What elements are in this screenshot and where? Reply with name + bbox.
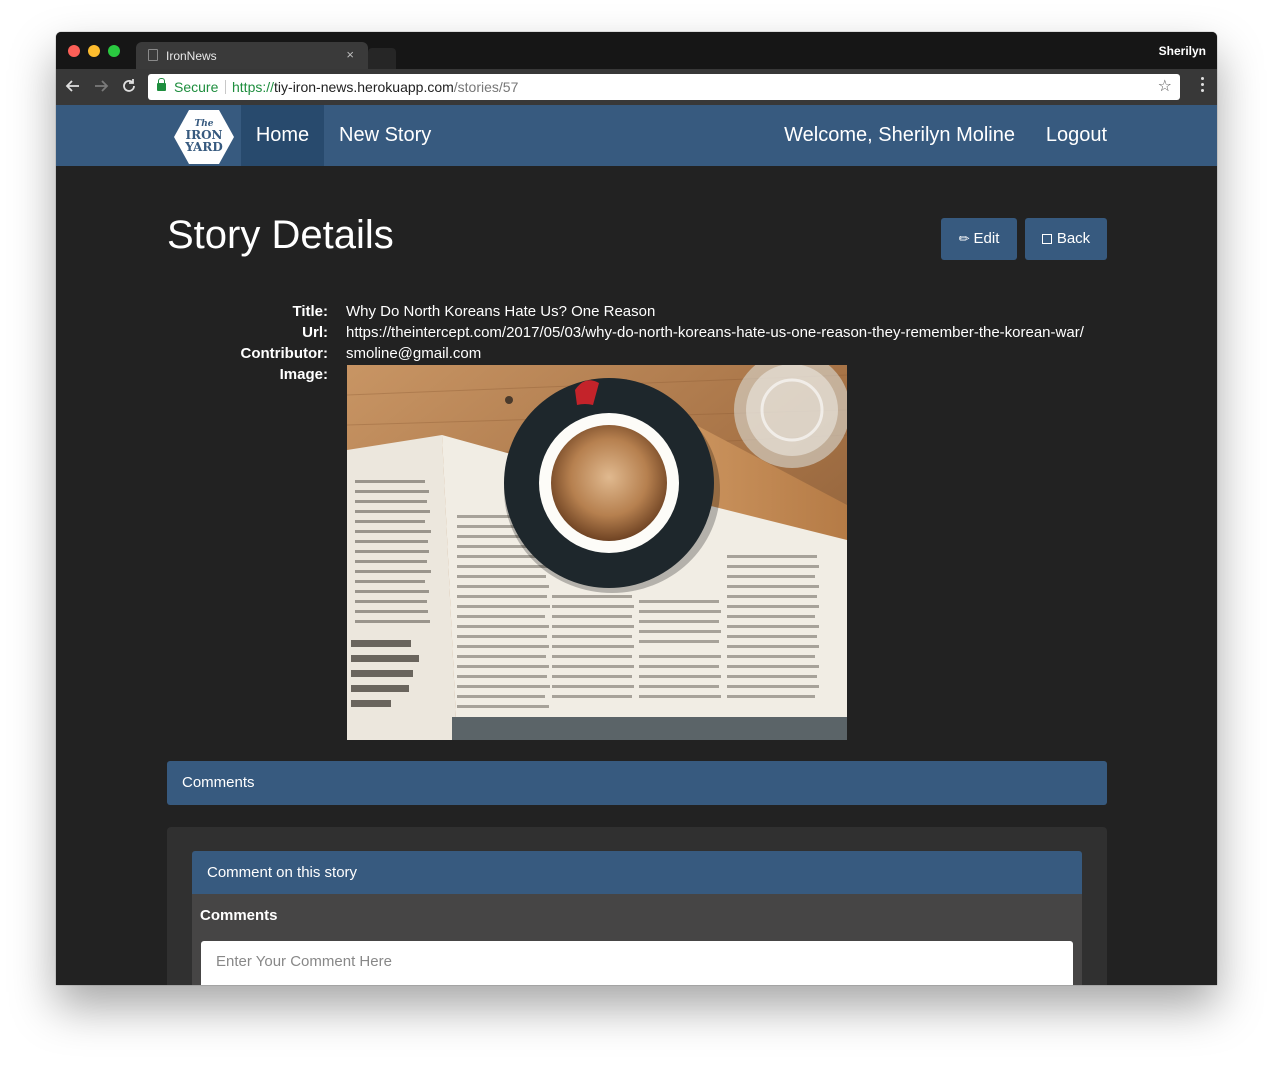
- close-window-icon[interactable]: [68, 45, 80, 57]
- contributor-label: Contributor:: [240, 345, 328, 362]
- comment-panel-title: Comment on this story: [192, 851, 1082, 894]
- page-icon: [148, 49, 158, 61]
- comments-field-label: Comments: [200, 907, 278, 924]
- forward-arrow-icon[interactable]: [92, 77, 110, 95]
- reload-icon[interactable]: [120, 77, 138, 95]
- tab-ironnews[interactable]: IronNews ×: [136, 42, 368, 69]
- back-arrow-icon[interactable]: [64, 77, 82, 95]
- url-label: Url:: [302, 324, 328, 341]
- site-navbar: The IRON YARD Home New Story Welcome, Sh…: [56, 105, 1217, 166]
- address-bar[interactable]: Secure https://tiy-iron-news.herokuapp.c…: [148, 74, 1180, 100]
- url-scheme: https://: [232, 79, 275, 95]
- title-label: Title:: [292, 303, 328, 320]
- edit-label: Edit: [973, 230, 1000, 247]
- url-text[interactable]: https://tiy-iron-news.herokuapp.com/stor…: [232, 74, 518, 100]
- lock-icon: [157, 78, 166, 91]
- story-image: [347, 365, 847, 740]
- back-button[interactable]: Back: [1025, 218, 1107, 260]
- tab-bar: IronNews × Sherilyn: [56, 32, 1217, 69]
- omnibox-divider: [225, 80, 226, 94]
- comment-panel-body: Comments: [192, 894, 1082, 985]
- maximize-window-icon[interactable]: [108, 45, 120, 57]
- secure-label: Secure: [174, 79, 219, 95]
- story-url: https://theintercept.com/2017/05/03/why-…: [346, 324, 1084, 341]
- comment-input[interactable]: [201, 941, 1073, 985]
- browser-window: IronNews × Sherilyn Secure https://tiy-i…: [56, 32, 1217, 985]
- tab-title: IronNews: [166, 49, 217, 63]
- url-path: /stories/57: [453, 79, 519, 95]
- logout-link[interactable]: Logout: [1046, 105, 1107, 166]
- nav-new-story-link[interactable]: New Story: [339, 105, 431, 166]
- image-label: Image:: [279, 366, 328, 383]
- tab-close-icon[interactable]: ×: [346, 47, 354, 62]
- story-title: Why Do North Koreans Hate Us? One Reason: [346, 303, 656, 320]
- comments-header: Comments: [167, 761, 1107, 805]
- square-icon: [1041, 234, 1052, 244]
- back-label: Back: [1056, 230, 1091, 247]
- browser-toolbar: Secure https://tiy-iron-news.herokuapp.c…: [56, 69, 1217, 105]
- iron-yard-logo[interactable]: The IRON YARD: [174, 110, 234, 164]
- welcome-user-text: Welcome, Sherilyn Moline: [784, 124, 1015, 146]
- profile-name[interactable]: Sherilyn: [1159, 44, 1206, 58]
- menu-icon[interactable]: [1201, 77, 1205, 95]
- pencil-icon: ✏: [958, 231, 970, 246]
- page-content: The IRON YARD Home New Story Welcome, Sh…: [56, 105, 1217, 985]
- star-icon[interactable]: ☆: [1158, 74, 1172, 100]
- comment-well: Comment on this story Comments: [167, 827, 1107, 985]
- minimize-window-icon[interactable]: [88, 45, 100, 57]
- url-host: tiy-iron-news.herokuapp.com: [274, 79, 454, 95]
- story-contributor: smoline@gmail.com: [346, 345, 482, 362]
- page-title: Story Details: [167, 213, 394, 257]
- nav-home-link[interactable]: Home: [241, 105, 324, 166]
- new-tab-button[interactable]: [368, 48, 396, 69]
- edit-button[interactable]: ✏ Edit: [941, 218, 1017, 260]
